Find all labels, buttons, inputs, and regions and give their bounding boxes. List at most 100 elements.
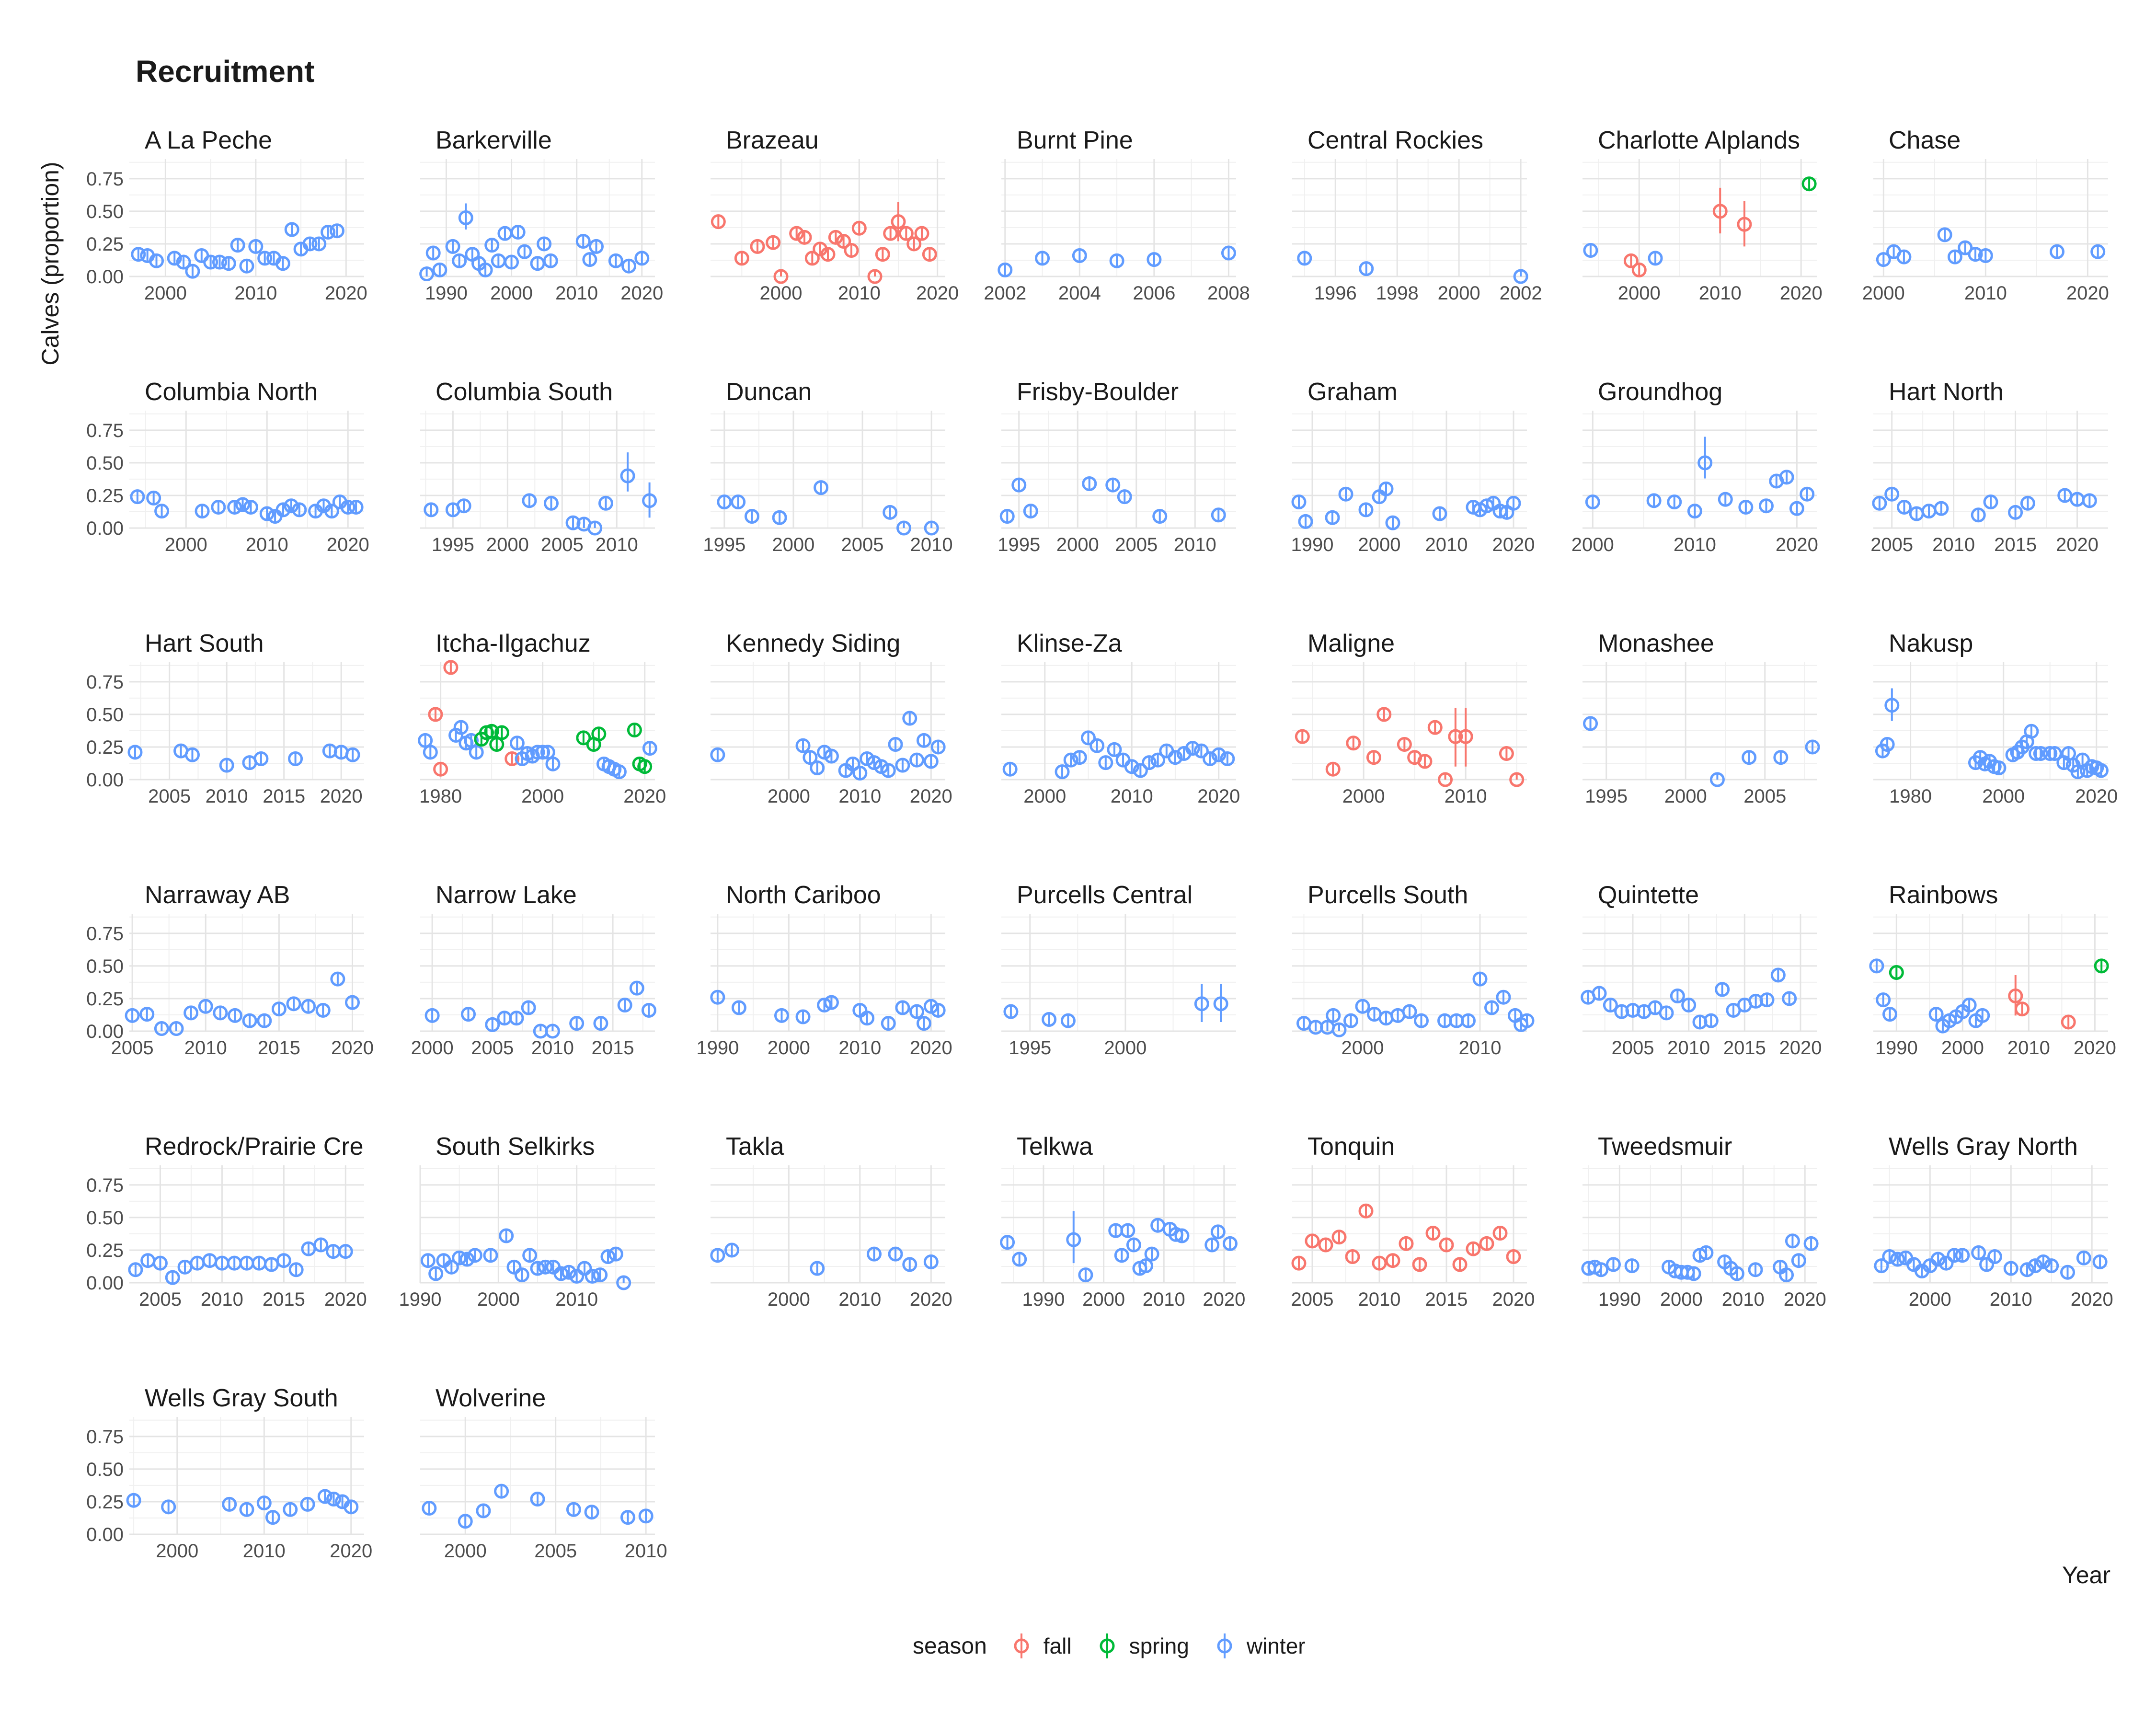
x-tick-label: 2015 (592, 1037, 634, 1058)
x-tick-label: 2010 (201, 1289, 243, 1310)
x-tick-label: 2000 (1082, 1289, 1125, 1310)
y-tick-label: 0.00 (86, 1273, 124, 1294)
panel-title: Columbia North (145, 378, 318, 406)
x-tick-label: 2020 (325, 283, 367, 304)
x-tick-label: 2010 (206, 786, 248, 807)
y-tick-label: 0.25 (86, 234, 124, 255)
panel-a-la-peche: A La Peche 0.00 0.25 0.50 0.75 2000 2010 2020 (86, 126, 367, 304)
x-tick-label: 2005 (111, 1037, 154, 1058)
panel-graham: Graham 1990 2000 2010 2020 (1291, 378, 1535, 555)
x-tick-label: 2015 (1723, 1037, 1766, 1058)
panel-klinse-za: Klinse-Za 2000 2010 2020 (1001, 630, 1240, 807)
legend-item-spring: spring (1092, 1631, 1189, 1661)
panel-title: Charlotte Alplands (1598, 126, 1800, 154)
panel-title: Hart North (1889, 378, 2004, 406)
panel-wolverine: Wolverine 2000 2005 2010 (420, 1384, 667, 1562)
y-tick-label: 0.75 (86, 1426, 124, 1448)
panel-burnt-pine: Burnt Pine 2002 2004 2006 2008 (984, 126, 1250, 304)
panel-barkerville: Barkerville 1990 2000 2010 2020 (419, 126, 663, 304)
x-tick-label: 2020 (2074, 1037, 2116, 1058)
y-tick-label: 0.25 (86, 989, 124, 1010)
x-tick-label: 2000 (1862, 283, 1905, 304)
x-tick-label: 2020 (910, 786, 952, 807)
x-tick-label: 2005 (1612, 1037, 1654, 1058)
x-tick-label: 2005 (1870, 534, 1913, 555)
x-tick-label: 2010 (838, 786, 881, 807)
panel-wells-gray-south: Wells Gray South 0.00 0.25 0.50 0.75 2000 2010… (86, 1384, 372, 1562)
x-tick-label: 2005 (148, 786, 191, 807)
x-tick-label: 1995 (432, 534, 474, 555)
panel-title: A La Peche (145, 126, 272, 154)
panel-title: Narrow Lake (436, 881, 577, 909)
x-tick-label: 2005 (541, 534, 584, 555)
x-tick-label: 2005 (841, 534, 884, 555)
panel-duncan: Duncan 1995 2000 2005 2010 (703, 378, 952, 555)
x-tick-label: 1990 (1022, 1289, 1065, 1310)
panel-title: Maligne (1307, 630, 1395, 657)
panel-frisby-boulder: Frisby-Boulder 1995 2000 2005 2010 (998, 378, 1236, 555)
panel-columbia-south: Columbia South 1995 2000 2005 2010 (420, 378, 657, 555)
x-tick-label: 2000 (1909, 1289, 1951, 1310)
panel-title: Barkerville (436, 126, 552, 154)
x-tick-label: 2020 (623, 786, 666, 807)
legend-label-winter: winter (1246, 1633, 1306, 1658)
x-tick-label: 2010 (1425, 534, 1468, 555)
x-tick-label: 2010 (1459, 1037, 1502, 1058)
panel-brazeau: Brazeau 2000 2010 2020 (711, 126, 959, 304)
x-tick-label: 2010 (1667, 1037, 1710, 1058)
x-tick-label: 1995 (998, 534, 1040, 555)
x-tick-label: 2000 (156, 1541, 198, 1562)
y-tick-label: 0.25 (86, 485, 124, 506)
x-tick-label: 2000 (1056, 534, 1099, 555)
x-tick-label: 2020 (330, 1541, 372, 1562)
panel-title: Duncan (726, 378, 812, 406)
x-tick-label: 2005 (534, 1541, 577, 1562)
x-tick-label: 2005 (1291, 1289, 1334, 1310)
x-tick-label: 2000 (444, 1541, 487, 1562)
x-tick-label: 2000 (1358, 534, 1401, 555)
y-tick-label: 0.75 (86, 169, 124, 190)
panel-hart-south: Hart South 0.00 0.25 0.50 0.75 2005 2010 2015 20… (86, 630, 364, 807)
x-tick-label: 1998 (1376, 283, 1419, 304)
x-tick-label: 2010 (1932, 534, 1975, 555)
panel-tonquin: Tonquin 2005 2010 2015 2020 (1291, 1133, 1535, 1310)
panel-title: Brazeau (726, 126, 819, 154)
x-tick-label: 2010 (1964, 283, 2007, 304)
x-tick-label: 2000 (1104, 1037, 1147, 1058)
x-tick-label: 2000 (1664, 786, 1707, 807)
x-tick-label: 2000 (1982, 786, 2025, 807)
x-tick-label: 2010 (1143, 1289, 1185, 1310)
x-tick-label: 2015 (1425, 1289, 1468, 1310)
x-tick-label: 2010 (246, 534, 288, 555)
x-tick-label: 2000 (477, 1289, 520, 1310)
legend-key-winter (1217, 1633, 1232, 1658)
panel-title: Wells Gray South (145, 1384, 338, 1412)
x-tick-label: 1996 (1314, 283, 1357, 304)
x-tick-label: 2010 (2007, 1037, 2050, 1058)
panel-title: Wolverine (436, 1384, 546, 1412)
x-tick-label: 2010 (555, 283, 598, 304)
x-tick-label: 2015 (263, 786, 305, 807)
panel-narraway-ab: Narraway AB0.000.250.500.752005 2010 2015 2… (86, 881, 374, 1058)
x-tick-label: 2020 (2071, 1289, 2113, 1310)
x-tick-label: 1995 (1009, 1037, 1051, 1058)
panel-title: Redrock/Prairie Creek (145, 1133, 390, 1161)
panel-title: Purcells South (1307, 881, 1468, 909)
y-tick-label: 0.50 (86, 201, 124, 222)
x-tick-label: 2020 (620, 283, 663, 304)
panel-purcells-south: Purcells South 2000 2010 (1292, 881, 1535, 1058)
x-tick-label: 2020 (1203, 1289, 1245, 1310)
x-tick-label: 2000 (1342, 1037, 1384, 1058)
x-tick-label: 2010 (1722, 1289, 1765, 1310)
x-tick-label: 2002 (984, 283, 1026, 304)
y-tick-label: 0.50 (86, 956, 124, 977)
legend-title: season (913, 1633, 987, 1659)
panel-title: North Cariboo (726, 881, 881, 909)
panel-takla: Takla 2000 2010 2020 (710, 1133, 952, 1310)
panel-telkwa: Telkwa 1990 2000 2010 2020 (1000, 1133, 1245, 1310)
panel-wells-gray-north: Wells Gray North 2000 2010 2020 (1873, 1133, 2113, 1310)
panel-maligne: Maligne 2000 2010 (1292, 630, 1527, 807)
panel-title: Quintette (1598, 881, 1699, 909)
x-tick-label: 2000 (1342, 786, 1385, 807)
y-tick-label: 0.50 (86, 704, 124, 725)
